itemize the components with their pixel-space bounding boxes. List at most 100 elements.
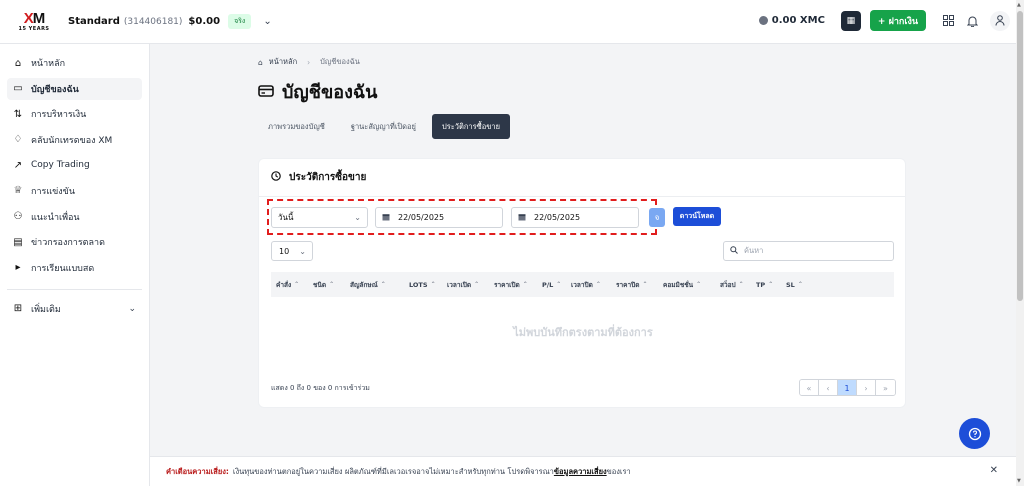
sidebar-item-market-intel[interactable]: ▤ ข่าวกรองการตลาด bbox=[7, 231, 142, 253]
trend-icon: ↗ bbox=[13, 159, 23, 171]
scroll-down-icon[interactable]: ▼ bbox=[1017, 478, 1021, 484]
sidebar-item-label: คลับนักเทรดของ XM bbox=[31, 135, 113, 146]
sort-icon: ⌃ bbox=[329, 281, 335, 288]
column-header-open-time[interactable]: เวลาเปิด ⌃ bbox=[447, 280, 494, 290]
tab-trade-history[interactable]: ประวัติการซื้อขาย bbox=[431, 114, 510, 139]
search-icon bbox=[730, 246, 738, 256]
video-icon: ▸ bbox=[15, 262, 21, 274]
calendar-icon bbox=[382, 213, 390, 223]
card-icon bbox=[258, 82, 274, 101]
page-title: บัญชีของฉัน bbox=[258, 77, 377, 106]
date-from-input[interactable]: 22/05/2025 bbox=[375, 207, 503, 228]
home-icon[interactable]: ⌂ bbox=[258, 58, 263, 67]
sidebar-item-funds[interactable]: ⇅ การบริหารเงิน bbox=[7, 103, 142, 125]
sort-icon: ⌃ bbox=[430, 281, 436, 288]
risk-warning-suffix: ของเรา bbox=[606, 466, 631, 476]
card-icon: ▭ bbox=[13, 83, 23, 95]
tab-open-positions[interactable]: ฐานะสัญญาที่เปิดอยู่ bbox=[341, 114, 426, 139]
deposit-button[interactable]: + ฝากเงิน bbox=[869, 10, 926, 31]
card-title: ประวัติการซื้อขาย bbox=[289, 172, 367, 183]
column-header-close-time[interactable]: เวลาปิด ⌃ bbox=[571, 280, 616, 290]
people-icon: ⚇ bbox=[13, 211, 23, 223]
column-header-close-price[interactable]: ราคาปิด ⌃ bbox=[616, 280, 663, 290]
column-header-symbol[interactable]: สัญลักษณ์ ⌃ bbox=[350, 280, 409, 290]
sidebar-item-label: บัญชีของฉัน bbox=[31, 84, 79, 95]
account-balance: $0.00 bbox=[188, 16, 221, 27]
tab-account-overview[interactable]: ภาพรวมของบัญชี bbox=[258, 114, 335, 139]
sort-icon: ⌃ bbox=[474, 281, 480, 288]
xmc-balance-value: 0.00 XMC bbox=[771, 15, 825, 26]
chevron-down-icon: ⌄ bbox=[128, 303, 136, 314]
date-to-value: 22/05/2025 bbox=[534, 213, 581, 222]
chat-support-button[interactable] bbox=[959, 418, 990, 449]
column-header-tp[interactable]: TP ⌃ bbox=[756, 281, 786, 289]
home-icon: ⌂ bbox=[14, 57, 22, 69]
sidebar-item-loyalty[interactable]: ♢ คลับนักเทรดของ XM bbox=[7, 129, 142, 151]
breadcrumb-home[interactable]: หน้าหลัก bbox=[269, 56, 297, 68]
page-size-value: 10 bbox=[279, 246, 290, 256]
download-button[interactable]: ดาวน์โหลด bbox=[673, 207, 721, 226]
column-header-swap[interactable]: สว็อป ⌃ bbox=[720, 280, 756, 290]
sidebar-item-label: การเรียนแบบสด bbox=[31, 263, 95, 274]
trophy-icon: ♕ bbox=[13, 185, 23, 197]
pagination-next[interactable]: › bbox=[857, 380, 876, 395]
xm-logo[interactable]: XM 15 YEARS bbox=[16, 9, 52, 35]
column-header-pl[interactable]: P/L ⌃ bbox=[542, 281, 571, 289]
table-search-input[interactable]: ค้นหา bbox=[723, 241, 894, 261]
account-type: Standard bbox=[68, 16, 120, 27]
risk-info-link[interactable]: ข้อมูลความเสี่ยง bbox=[554, 466, 607, 478]
sidebar-item-competitions[interactable]: ♕ การแข่งขัน bbox=[7, 180, 142, 202]
sidebar-item-label: Copy Trading bbox=[31, 160, 90, 171]
risk-warning-text: เงินทุนของท่านตกอยู่ในความเสี่ยง ผลิตภัณ… bbox=[232, 466, 554, 476]
table-info-text: แสดง 0 ถึง 0 ของ 0 การเข้าร่วม bbox=[271, 384, 370, 392]
pagination-prev[interactable]: ‹ bbox=[819, 380, 838, 395]
qr-code-icon: ▦ bbox=[846, 15, 856, 26]
sidebar-item-my-accounts[interactable]: ▭ บัญชีของฉัน bbox=[7, 77, 142, 100]
user-avatar[interactable] bbox=[990, 10, 1010, 31]
diamond-icon: ♢ bbox=[13, 134, 23, 146]
xmc-balance[interactable]: 0.00 XMC bbox=[758, 15, 825, 26]
bank-icon: ▤ bbox=[13, 236, 23, 248]
sidebar-item-label: การบริหารเงิน bbox=[31, 110, 87, 121]
column-header-commission[interactable]: คอมมิชชั่น ⌃ bbox=[663, 280, 720, 290]
apply-filter-button[interactable]: จ bbox=[649, 208, 665, 227]
column-header-open-price[interactable]: ราคาเปิด ⌃ bbox=[494, 280, 542, 290]
pagination-page-1[interactable]: 1 bbox=[838, 380, 857, 395]
column-header-lots[interactable]: LOTS ⌃ bbox=[409, 281, 447, 289]
column-header-sl[interactable]: SL ⌃ bbox=[786, 281, 816, 289]
logo-mark: XM bbox=[23, 9, 45, 27]
column-header-type[interactable]: ชนิด ⌃ bbox=[305, 280, 350, 290]
page-title-text: บัญชีของฉัน bbox=[282, 82, 378, 103]
page-size-select[interactable]: 10 ⌄ bbox=[271, 241, 313, 261]
pagination-first[interactable]: « bbox=[800, 380, 819, 395]
sidebar-item-home[interactable]: ⌂ หน้าหลัก bbox=[7, 52, 142, 74]
scrollbar-thumb[interactable] bbox=[1017, 11, 1023, 301]
pagination: « ‹ 1 › » bbox=[799, 379, 896, 396]
account-number: (314406181) bbox=[123, 16, 183, 27]
chevron-right-icon: › bbox=[307, 57, 311, 67]
main-content: ⌂ หน้าหลัก › บัญชีของฉัน บัญชีของฉัน ภาพ… bbox=[150, 44, 1016, 456]
sidebar-item-copy-trading[interactable]: ↗ Copy Trading bbox=[7, 154, 142, 176]
scroll-up-icon[interactable]: ▲ bbox=[1017, 2, 1021, 8]
chevron-down-icon[interactable]: ⌄ bbox=[263, 16, 271, 27]
bell-icon[interactable] bbox=[962, 11, 982, 31]
sort-icon: ⌃ bbox=[642, 281, 648, 288]
page-scrollbar[interactable]: ▲ ▼ bbox=[1016, 0, 1024, 486]
breadcrumb-current: บัญชีของฉัน bbox=[320, 57, 360, 66]
chevron-down-icon: ⌄ bbox=[354, 213, 361, 222]
sidebar-item-label: แนะนำเพื่อน bbox=[31, 212, 80, 223]
period-select[interactable]: วันนี้ ⌄ bbox=[271, 207, 368, 228]
empty-table-message: ไม่พบบันทึกตรงตามที่ต้องการ bbox=[513, 326, 653, 339]
account-selector[interactable]: Standard (314406181) $0.00 จริง ⌄ bbox=[68, 14, 272, 29]
grid-icon: ⊞ bbox=[13, 303, 23, 315]
sidebar-item-more[interactable]: ⊞ เพิ่มเติม ⌄ bbox=[7, 298, 142, 320]
sidebar-item-referral[interactable]: ⚇ แนะนำเพื่อน bbox=[7, 206, 142, 228]
apps-grid-icon[interactable] bbox=[938, 11, 958, 31]
top-right-actions: 0.00 XMC ▦ + ฝากเงิน bbox=[758, 10, 1010, 31]
date-to-input[interactable]: 22/05/2025 bbox=[511, 207, 639, 228]
sidebar-item-live-education[interactable]: ▸ การเรียนแบบสด bbox=[7, 257, 142, 279]
column-header-order[interactable]: คำสั่ง ⌃ bbox=[276, 280, 305, 290]
qr-code-button[interactable]: ▦ bbox=[840, 10, 861, 31]
close-icon[interactable]: ✕ bbox=[990, 465, 998, 476]
pagination-last[interactable]: » bbox=[876, 380, 895, 395]
